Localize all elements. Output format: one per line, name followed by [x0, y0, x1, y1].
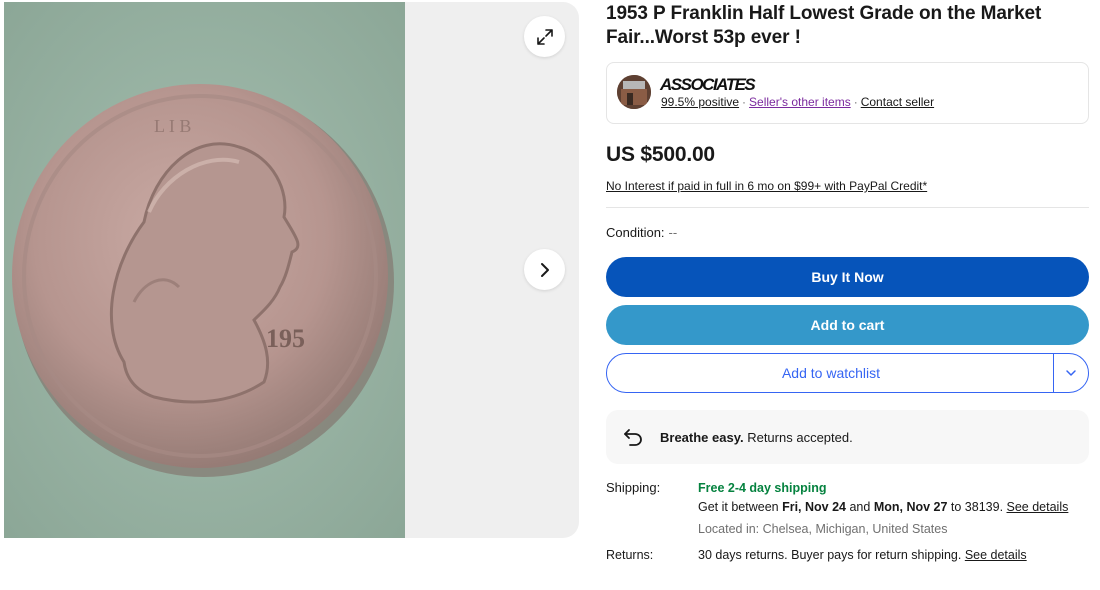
chevron-down-icon	[1066, 370, 1076, 376]
svg-text:195: 195	[266, 324, 305, 353]
delivery-and: and	[846, 500, 874, 514]
divider	[606, 207, 1089, 208]
returns-see-details-link[interactable]: See details	[965, 548, 1027, 562]
listing-details: 1953 P Franklin Half Lowest Grade on the…	[606, 0, 1089, 562]
svg-text:L I B: L I B	[154, 116, 191, 136]
returns-banner-bold: Breathe easy.	[660, 429, 744, 445]
item-location: Located in: Chelsea, Michigan, United St…	[698, 522, 948, 536]
listing-title: 1953 P Franklin Half Lowest Grade on the…	[606, 3, 1042, 48]
seller-card: ASSOCIATES 99.5% positive · Seller's other…	[606, 62, 1089, 124]
expand-button[interactable]	[524, 16, 565, 57]
shipping-label: Shipping:	[606, 480, 661, 495]
add-to-watchlist-button[interactable]: Add to watchlist	[606, 353, 1089, 393]
delivery-end-date: Mon, Nov 27	[873, 500, 948, 514]
listing-page: 195 L I B 1953 P Franklin Half Lowest Gr…	[0, 0, 1100, 590]
delivery-start-date: Fri, Nov 24	[782, 500, 846, 514]
seller-meta: 99.5% positive · Seller's other items · Cont…	[661, 95, 934, 109]
returns-row: Returns: 30 days returns. Buyer pays for…	[606, 548, 1089, 562]
returns-banner-rest: Returns accepted.	[743, 429, 853, 445]
returns-details: 30 days returns. Buyer pays for return s…	[698, 548, 1089, 562]
returns-label: Returns:	[606, 548, 654, 562]
add-to-cart-button[interactable]: Add to cart	[606, 305, 1089, 345]
price: US $500.00	[606, 143, 715, 166]
seller-avatar[interactable]	[617, 75, 651, 109]
condition-value: --	[668, 225, 678, 240]
delivery-estimate: Get it between Fri, Nov 24 and Mon, Nov …	[698, 496, 1089, 518]
expand-icon	[536, 28, 553, 45]
watchlist-label: Add to watchlist	[781, 365, 881, 381]
chevron-right-icon	[540, 262, 549, 277]
shipping-details: Free 2-4 day shipping Get it between Fri…	[698, 480, 1089, 540]
watchlist-dropdown[interactable]	[1054, 354, 1088, 392]
separator-dot: ·	[853, 95, 858, 109]
returns-text: 30 days returns. Buyer pays for return s…	[698, 548, 965, 562]
image-gallery: 195 L I B	[4, 2, 579, 538]
seller-name[interactable]: ASSOCIATES	[660, 75, 756, 95]
delivery-prefix: Get it between	[698, 500, 783, 514]
shipping-see-details-link[interactable]: See details	[1007, 500, 1069, 514]
returns-banner: Breathe easy. Returns accepted.	[606, 410, 1089, 464]
next-image-button[interactable]	[524, 249, 565, 290]
coin-photo[interactable]: 195 L I B	[4, 2, 405, 538]
condition-label: Condition:	[606, 225, 665, 240]
seller-other-items-link[interactable]: Seller's other items	[749, 95, 851, 109]
seller-feedback-link[interactable]: 99.5% positive	[661, 95, 739, 109]
condition-row: Condition: --	[606, 225, 1089, 240]
contact-seller-link[interactable]: Contact seller	[861, 95, 934, 109]
storefront-icon	[617, 75, 651, 109]
paypal-credit-link[interactable]: No Interest if paid in full in 6 mo on $…	[606, 179, 1089, 193]
buy-it-now-button[interactable]: Buy It Now	[606, 257, 1089, 297]
delivery-zip: to 38139.	[947, 500, 1007, 514]
returns-banner-text: Breathe easy. Returns accepted.	[660, 430, 853, 445]
coin-image: 195 L I B	[4, 2, 405, 538]
separator-dot: ·	[742, 95, 747, 109]
shipping-row: Shipping: Free 2-4 day shipping Get it b…	[606, 480, 1089, 540]
free-shipping-text: Free 2-4 day shipping	[698, 481, 827, 495]
return-arrow-icon	[622, 425, 646, 449]
